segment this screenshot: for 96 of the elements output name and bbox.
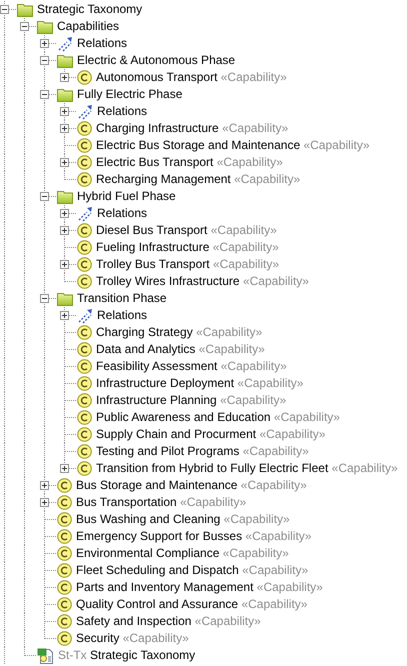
tree-item-label[interactable]: Quality Control and Assurance «Capability» (76, 596, 310, 613)
tree-item-label[interactable]: Safety and Inspection «Capability» (76, 613, 263, 630)
expand-icon[interactable] (60, 124, 68, 133)
tree-item-label[interactable]: Infrastructure Planning «Capability» (96, 392, 288, 409)
relation-arrow-icon (77, 308, 93, 324)
capability-icon (57, 597, 72, 612)
capability-icon (77, 444, 92, 459)
capability-icon (57, 495, 72, 510)
capability-icon (77, 274, 92, 289)
tree-item-label[interactable]: Fueling Infrastructure «Capability» (96, 239, 281, 256)
tree-item-label[interactable]: Charging Infrastructure «Capability» (96, 120, 290, 137)
tree-item-label[interactable]: Bus Transportation «Capability» (76, 494, 248, 511)
capability-icon (57, 614, 72, 629)
tree-item-label[interactable]: Public Awareness and Education «Capability» (96, 409, 342, 426)
tree-item-label[interactable]: Emergency Support for Busses «Capability» (76, 528, 314, 545)
tree-item-label[interactable]: Bus Washing and Cleaning «Capability» (76, 511, 292, 528)
collapse-icon[interactable] (40, 90, 48, 99)
relation-arrow-icon (77, 104, 93, 120)
capability-icon (57, 478, 72, 493)
tree-item-label[interactable]: Trolley Bus Transport «Capability» (96, 256, 281, 273)
capability-icon (77, 257, 92, 272)
capability-icon (77, 427, 92, 442)
tree-item-label[interactable]: Capabilities (57, 18, 122, 35)
expand-icon[interactable] (60, 464, 68, 473)
tree-item-label[interactable]: Supply Chain and Procurment «Capability» (96, 426, 328, 443)
capability-icon (57, 512, 72, 527)
expand-icon[interactable] (60, 73, 68, 82)
capability-icon (57, 580, 72, 595)
capability-icon (77, 393, 92, 408)
tree-item-label[interactable]: Parts and Inventory Management «Capability» (76, 579, 325, 596)
expand-icon[interactable] (60, 311, 68, 320)
capability-icon (77, 223, 92, 238)
tree-item-label[interactable]: Relations (97, 307, 150, 324)
collapse-icon[interactable] (40, 56, 48, 65)
tree-item-label[interactable]: Security «Capability» (76, 630, 191, 647)
tree-item-label[interactable]: Electric & Autonomous Phase (77, 52, 238, 69)
taxonomy-icon (37, 648, 54, 664)
tree-item-label[interactable]: Strategic Taxonomy (37, 1, 144, 18)
capability-icon (77, 121, 92, 136)
folder-icon (57, 54, 73, 68)
collapse-icon[interactable] (20, 22, 28, 31)
tree-item-label[interactable]: Relations (97, 103, 150, 120)
capability-icon (77, 70, 92, 85)
tree-item-label[interactable]: Transition Phase (77, 290, 169, 307)
folder-icon (17, 2, 33, 16)
capability-icon (77, 172, 92, 187)
tree-item-label[interactable]: Environmental Compliance «Capability» (76, 545, 291, 562)
tree-item-label[interactable]: Testing and Pilot Programs «Capability» (96, 443, 311, 460)
capability-icon (77, 155, 92, 170)
expand-icon[interactable] (40, 39, 48, 48)
capability-icon (77, 376, 92, 391)
folder-icon (57, 292, 73, 306)
capability-icon (77, 359, 92, 374)
tree-item-label[interactable]: Electric Bus Storage and Maintenance «Capability» (96, 137, 372, 154)
expand-icon[interactable] (60, 107, 68, 116)
tree-item-label[interactable]: Relations (77, 35, 130, 52)
collapse-icon[interactable] (40, 294, 48, 303)
tree-item-label[interactable]: Bus Storage and Maintenance «Capability» (76, 477, 309, 494)
folder-icon (57, 190, 73, 204)
tree-item-label[interactable]: Autonomous Transport «Capability» (96, 69, 289, 86)
expand-icon[interactable] (60, 158, 68, 167)
expand-icon[interactable] (60, 209, 68, 218)
tree-item-label[interactable]: Fleet Scheduling and Dispatch «Capability» (76, 562, 310, 579)
collapse-icon[interactable] (40, 192, 48, 201)
folder-icon (37, 20, 53, 34)
capability-icon (57, 546, 72, 561)
capability-icon (77, 342, 92, 357)
tree-item-label[interactable]: Feasibility Assessment «Capability» (96, 358, 289, 375)
tree-item-label[interactable]: Data and Analytics «Capability» (96, 341, 267, 358)
expand-icon[interactable] (40, 498, 48, 507)
capability-icon (77, 461, 92, 476)
expand-icon[interactable] (60, 260, 68, 269)
tree-item-label[interactable]: Infrastructure Deployment «Capability» (96, 375, 306, 392)
tree-item-label[interactable]: St-Tx Strategic Taxonomy (58, 647, 198, 664)
relation-arrow-icon (57, 36, 73, 52)
tree-item-label[interactable]: Diesel Bus Transport «Capability» (96, 222, 279, 239)
capability-icon (77, 138, 92, 153)
capability-icon (57, 631, 72, 646)
tree-item-label[interactable]: Charging Strategy «Capability» (96, 324, 264, 341)
tree-item-label[interactable]: Relations (97, 205, 150, 222)
capability-icon (57, 563, 72, 578)
tree-item-label[interactable]: Hybrid Fuel Phase (77, 188, 178, 205)
expand-icon[interactable] (60, 226, 68, 235)
capability-icon (77, 240, 92, 255)
tree-item-label[interactable]: Recharging Management «Capability» (96, 171, 302, 188)
tree-item-label[interactable]: Fully Electric Phase (77, 86, 184, 103)
capability-icon (77, 410, 92, 425)
tree-item-label[interactable]: Trolley Wires Infrastructure «Capability» (96, 273, 311, 290)
capability-icon (57, 529, 72, 544)
relation-arrow-icon (77, 206, 93, 222)
tree-item-label[interactable]: Transition from Hybrid to Fully Electric Fleet «Capability» (96, 460, 400, 477)
expand-icon[interactable] (40, 481, 48, 490)
folder-icon (57, 88, 73, 102)
collapse-icon[interactable] (0, 5, 8, 14)
tree-item-label[interactable]: Electric Bus Transport «Capability» (96, 154, 285, 171)
capability-icon (77, 325, 92, 340)
